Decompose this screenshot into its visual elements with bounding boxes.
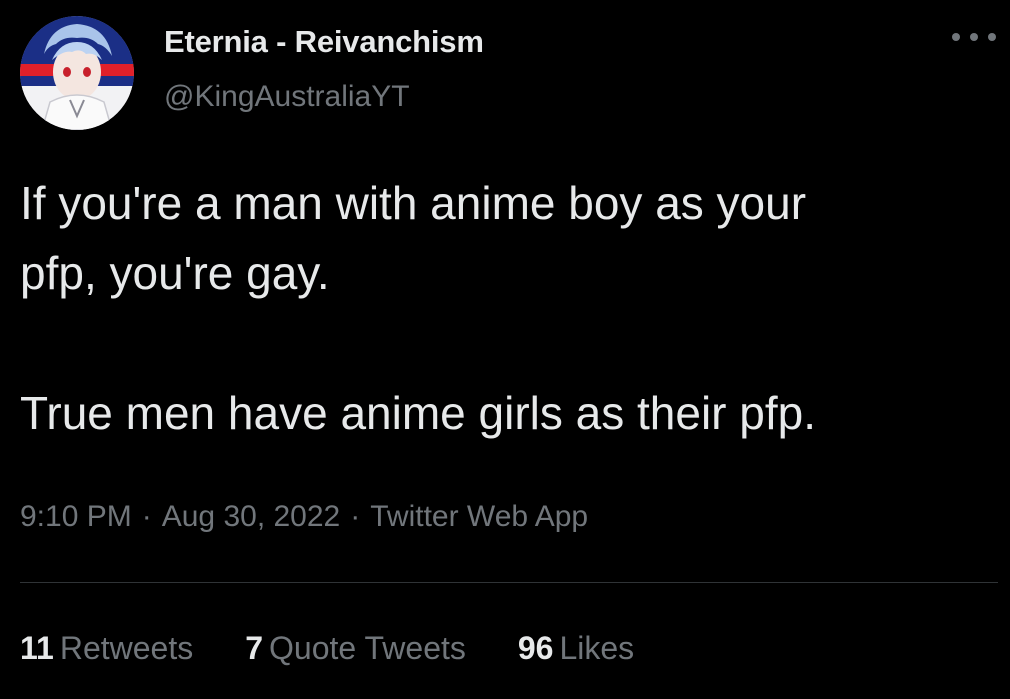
avatar-image xyxy=(20,16,134,130)
display-name[interactable]: Eternia - Reivanchism xyxy=(164,24,484,60)
likes-count: 96 xyxy=(517,630,554,666)
retweets-label: Retweets xyxy=(59,630,194,666)
likes-stat[interactable]: 96 Likes xyxy=(518,630,634,667)
retweets-count: 11 xyxy=(20,630,54,666)
ellipsis-icon[interactable] xyxy=(952,26,996,48)
tweet-stats: 11 Retweets 7 Quote Tweets 96 Likes xyxy=(20,630,686,667)
user-handle[interactable]: @KingAustraliaYT xyxy=(164,80,410,114)
ellipsis-dot xyxy=(952,33,960,41)
tweet-text: If you're a man with anime boy as your p… xyxy=(20,177,816,439)
likes-label: Likes xyxy=(559,630,635,666)
quote-tweets-label: Quote Tweets xyxy=(269,630,466,666)
tweet-detail: Eternia - Reivanchism @KingAustraliaYT I… xyxy=(0,0,1010,699)
quote-tweets-count: 7 xyxy=(245,630,264,666)
ellipsis-dot xyxy=(988,33,996,41)
ellipsis-dot xyxy=(970,33,978,41)
meta-separator: · xyxy=(350,500,361,533)
quote-tweets-stat[interactable]: 7 Quote Tweets xyxy=(245,630,466,667)
tweet-source[interactable]: Twitter Web App xyxy=(370,500,588,533)
divider xyxy=(20,582,998,583)
tweet-time[interactable]: 9:10 PM xyxy=(20,500,132,533)
profile-avatar[interactable] xyxy=(20,16,134,130)
retweets-stat[interactable]: 11 Retweets xyxy=(20,630,193,667)
tweet-date[interactable]: Aug 30, 2022 xyxy=(162,500,341,533)
tweet-metadata: 9:10 PM · Aug 30, 2022 · Twitter Web App xyxy=(20,500,588,534)
meta-separator: · xyxy=(141,500,152,533)
